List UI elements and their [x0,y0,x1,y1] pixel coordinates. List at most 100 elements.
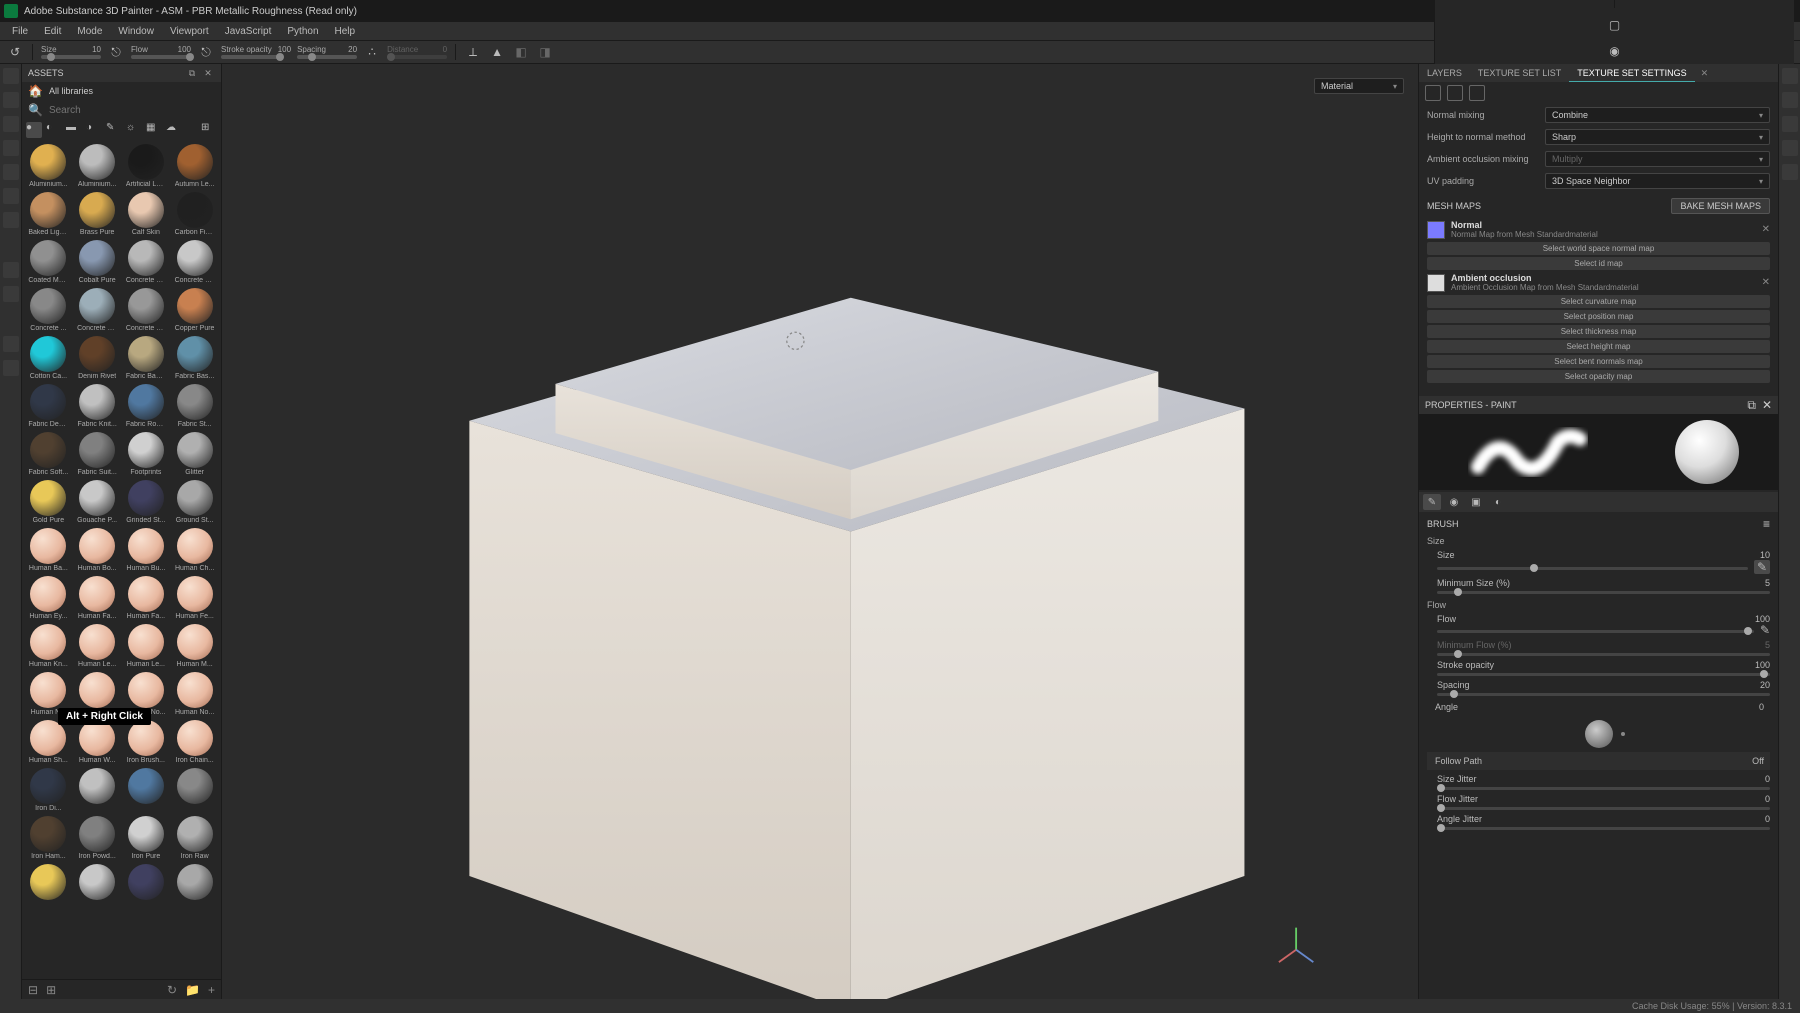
folder-icon[interactable]: 📁 [185,984,200,996]
brush-menu-icon[interactable]: ≡ [1763,518,1770,530]
spacing-slider[interactable]: Spacing20 [297,45,357,59]
asset-item[interactable]: Human No... [172,672,217,716]
asset-item[interactable]: Human Sh... [26,720,71,764]
menu-javascript[interactable]: JavaScript [217,24,280,39]
ts-tool-3[interactable] [1469,85,1485,101]
bake-mesh-maps-button[interactable]: Bake Mesh Maps [1671,198,1770,214]
select-thickness[interactable]: Select thickness map [1427,325,1770,338]
asset-item[interactable]: Iron Ham... [26,816,71,860]
grid-view-icon[interactable]: ⊞ [201,122,217,138]
asset-item[interactable]: Baked Ligh... [26,192,71,236]
asset-item[interactable]: Human M... [172,624,217,668]
asset-item[interactable]: Human Kn... [26,624,71,668]
asset-item[interactable]: Ground St... [172,480,217,524]
menu-file[interactable]: File [4,24,36,39]
mirror-icon[interactable]: ▲ [488,43,506,61]
select-world-normal[interactable]: Select world space normal map [1427,242,1770,255]
shelf-icon-2[interactable]: ⊞ [46,984,56,996]
asset-item[interactable]: Concrete S... [75,288,120,332]
filter-mask[interactable]: ▬ [66,122,82,138]
prop-angle[interactable]: Angle0 [1427,698,1770,716]
smudge-tool[interactable] [3,164,19,180]
library-selector[interactable]: 🏠 All libraries [22,82,221,100]
asset-item[interactable]: Cotton Ca... [26,336,71,380]
select-opacity[interactable]: Select opacity map [1427,370,1770,383]
angle-dial-row[interactable] [1427,716,1770,752]
tab-close-icon[interactable]: ✕ [1695,68,1715,79]
asset-item[interactable]: Human Bu... [124,528,169,572]
tab-texture-set-settings[interactable]: TEXTURE SET SETTINGS [1569,64,1694,82]
asset-item[interactable] [26,864,71,901]
asset-item[interactable]: Brass Pure [75,192,120,236]
tab-texture-set-list[interactable]: TEXTURE SET LIST [1470,64,1569,82]
asset-item[interactable]: Fabric Suit... [75,432,120,476]
asset-item[interactable]: Fabric Den... [26,384,71,428]
asset-item[interactable]: Human W... [75,720,120,764]
asset-item[interactable]: Human Ey... [26,576,71,620]
menu-python[interactable]: Python [279,24,326,39]
asset-item[interactable]: Aluminium... [75,144,120,188]
polygon-tool[interactable] [3,262,19,278]
h2n-dropdown[interactable]: Sharp [1545,129,1770,145]
asset-item[interactable]: Fabric Knit... [75,384,120,428]
refresh-icon[interactable]: ↻ [167,984,177,996]
asset-item[interactable] [75,864,120,901]
asset-item[interactable]: Glitter [172,432,217,476]
ts-tool-1[interactable] [1425,85,1441,101]
asset-item[interactable]: Human Bo... [75,528,120,572]
asset-item[interactable] [124,864,169,901]
prop-stroke-opacity[interactable]: Stroke opacity100 [1437,660,1770,676]
asset-item[interactable]: Fabric Soft... [26,432,71,476]
shelf-icon-1[interactable]: ⊟ [28,984,38,996]
asset-item[interactable]: Iron Powd... [75,816,120,860]
asset-item[interactable]: Human Le... [75,624,120,668]
asset-item[interactable]: Aluminium... [26,144,71,188]
filter-env[interactable]: ☁ [166,122,182,138]
prop-tab-material[interactable]: ◐ [1489,494,1507,510]
undo-icon[interactable]: ↺ [6,43,24,61]
asset-item[interactable] [172,768,217,812]
ts-tool-2[interactable] [1447,85,1463,101]
dots-icon[interactable]: ∴ [363,43,381,61]
filter-materials[interactable]: ● [26,122,42,138]
clone-tool[interactable] [3,188,19,204]
asset-item[interactable]: Gouache P... [75,480,120,524]
asset-item[interactable]: Human Fa... [124,576,169,620]
asset-item[interactable]: Fabric St... [172,384,217,428]
asset-item[interactable]: Fabric Bam... [124,336,169,380]
right-rail-3[interactable] [1782,116,1798,132]
size-pressure-icon[interactable]: ✎ [1754,560,1770,574]
panel-close-icon[interactable]: ✕ [201,66,215,80]
monitor-icon[interactable]: ▢ [1606,16,1624,34]
normal-clear-icon[interactable]: ✕ [1762,224,1770,235]
mask-tool[interactable] [3,336,19,352]
panel-undock-icon[interactable]: ⧉ [185,66,199,80]
asset-item[interactable]: Human Ba... [26,528,71,572]
filter-alpha[interactable]: ☼ [126,122,142,138]
prop-tab-alpha[interactable]: ◉ [1445,494,1463,510]
prop-size-jitter[interactable]: Size Jitter0 [1437,774,1770,790]
uv-tool[interactable] [3,286,19,302]
flow-slider[interactable]: Flow100 [131,45,191,59]
tool-icon-a[interactable]: ◧ [512,43,530,61]
projection-tool[interactable] [3,116,19,132]
prop-follow-path[interactable]: Follow PathOff [1427,752,1770,770]
asset-item[interactable]: Human Le... [124,624,169,668]
asset-item[interactable]: Carbon Fib... [172,192,217,236]
select-position[interactable]: Select position map [1427,310,1770,323]
asset-item[interactable]: Human Fa... [75,576,120,620]
prop-angle-jitter[interactable]: Angle Jitter0 [1437,814,1770,830]
asset-item[interactable]: Human Ch... [172,528,217,572]
asset-item[interactable]: Concrete C... [172,240,217,284]
asset-item[interactable]: Autumn Le... [172,144,217,188]
ao-clear-icon[interactable]: ✕ [1762,277,1770,288]
prop-size[interactable]: Size10 ✎ [1437,550,1770,574]
filter-filter[interactable]: ◑ [86,122,102,138]
size-slider[interactable]: Size10 [41,45,101,59]
asset-item[interactable]: Copper Pure [172,288,217,332]
select-id[interactable]: Select id map [1427,257,1770,270]
right-rail-1[interactable] [1782,68,1798,84]
flow-pressure-icon[interactable]: ✎ [1760,624,1770,636]
right-rail-4[interactable] [1782,140,1798,156]
fill-tool[interactable] [3,140,19,156]
